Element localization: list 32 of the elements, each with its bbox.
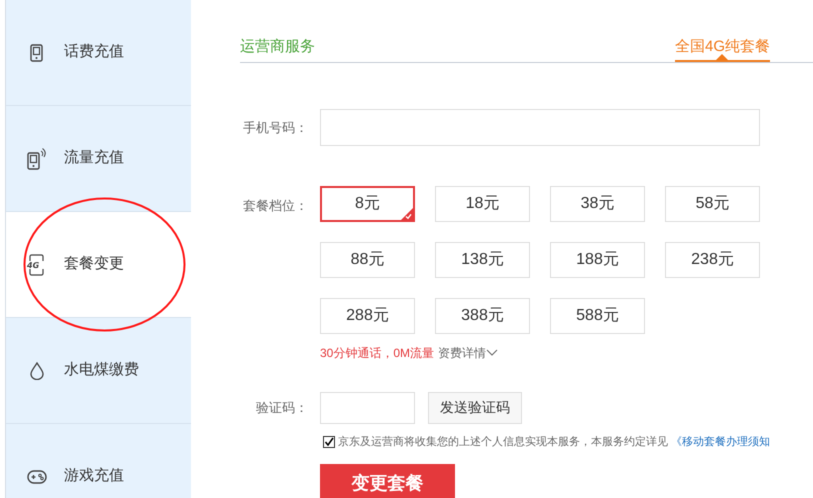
water-drop-icon xyxy=(30,362,44,380)
phone-input[interactable] xyxy=(320,108,760,146)
phone-signal-icon xyxy=(26,146,48,170)
plan-option[interactable]: 188元 xyxy=(550,242,645,278)
verification-code-input[interactable] xyxy=(320,392,415,424)
plan-option[interactable]: 18元 xyxy=(435,186,530,222)
plan-summary: 30分钟通话，0M流量 xyxy=(320,344,434,362)
consent-text: 京东及运营商将收集您的上述个人信息实现本服务，本服务约定详见 xyxy=(338,434,668,450)
plan-option[interactable]: 288元 xyxy=(320,298,415,334)
check-corner-icon xyxy=(401,208,413,220)
plan-option[interactable]: 88元 xyxy=(320,242,415,278)
chevron-down-icon xyxy=(486,348,498,357)
change-plan-button[interactable]: 变更套餐 xyxy=(320,464,455,498)
tab-pointer-icon xyxy=(716,54,728,60)
checkmark-icon xyxy=(324,437,334,448)
phone-icon xyxy=(29,44,45,62)
plan-option[interactable]: 588元 xyxy=(550,298,645,334)
field-label: 验证码： xyxy=(255,399,309,418)
plan-option[interactable]: 388元 xyxy=(435,298,530,334)
plan-option[interactable]: 138元 xyxy=(435,242,530,278)
plan-option[interactable]: 8元 xyxy=(320,186,415,222)
agreement-link[interactable]: 《移动套餐办理须知 xyxy=(671,434,770,450)
plan-option[interactable]: 238元 xyxy=(665,242,760,278)
sidebar-item[interactable]: 4G 套餐变更 xyxy=(6,212,191,318)
fee-details-link[interactable]: 资费详情 xyxy=(438,344,498,362)
gamepad-icon xyxy=(27,468,47,484)
plan-option[interactable]: 38元 xyxy=(550,186,645,222)
consent-checkbox[interactable] xyxy=(323,436,335,448)
field-label: 手机号码： xyxy=(242,118,309,137)
send-code-button[interactable]: 发送验证码 xyxy=(428,392,522,424)
field-label: 套餐档位： xyxy=(242,196,309,215)
plan-option[interactable]: 58元 xyxy=(665,186,760,222)
